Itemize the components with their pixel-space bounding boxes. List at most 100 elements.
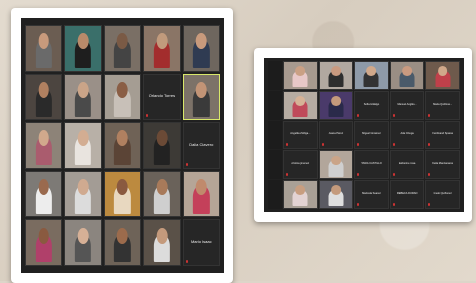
participant-tile[interactable] [64,219,102,266]
participant-tile[interactable] [103,25,142,72]
muted-mic-icon [392,173,395,177]
participant-tile[interactable]: Miguel Giménez [354,120,389,150]
participant-tile[interactable] [143,170,181,218]
participant-name-label: Keila Manzanares [432,162,454,166]
muted-mic-icon [185,259,188,263]
participant-name-label: REBECA DURAN [396,191,418,195]
participant-video-head [77,178,89,195]
participant-tile[interactable] [318,90,354,120]
participant-tile[interactable] [25,170,63,218]
participant-tile[interactable] [103,219,142,266]
participant-tile[interactable] [64,25,102,72]
participant-video-head [331,185,341,196]
left-photo-card: Orlando Torres Dalia Clavero Mario Isaac [11,8,233,283]
left-meeting-screen: Orlando Torres Dalia Clavero Mario Isaac [21,18,224,273]
muted-mic-icon [392,113,395,117]
participant-tile[interactable] [283,61,318,90]
participant-video-head [117,130,128,147]
participant-tile[interactable] [143,219,181,266]
muted-mic-icon [428,202,431,206]
muted-mic-icon [428,113,431,117]
participant-video-head [331,96,341,106]
muted-mic-icon [392,202,395,206]
participant-tile[interactable]: Maria Quiñone... [425,90,460,120]
participant-video-head [402,66,412,76]
participant-name-label: Sofia Hidalgo [363,102,380,106]
grid-gutter [268,90,282,120]
participant-tile[interactable]: cristina jimenez [283,150,318,180]
participant-tile[interactable] [425,61,460,90]
participant-video-head [295,96,306,106]
participant-video-head [38,178,49,195]
participant-tile[interactable] [143,25,181,72]
participant-tile[interactable]: Maricela Suarez [354,180,389,209]
participant-tile[interactable] [25,122,63,169]
participant-tile[interactable] [64,122,102,169]
participant-name-label: cristina jimenez [291,162,310,166]
participant-name-label: TANIA CASTILLO [361,162,382,166]
participant-video-head [77,227,89,244]
muted-mic-icon [357,113,360,117]
participant-tile[interactable]: Angelita Zúñiga... [283,120,318,150]
muted-mic-icon [392,143,395,147]
participant-name-label: Maricela Suarez [362,191,381,195]
muted-mic-icon [286,143,288,147]
participant-tile[interactable] [318,61,354,90]
participant-tile[interactable] [64,170,102,218]
participant-tile[interactable] [25,25,63,72]
participant-tile[interactable]: REBECA DURAN [389,180,425,209]
participant-tile[interactable] [103,122,142,169]
participant-tile[interactable]: Mario Isaac [182,219,220,266]
participant-tile[interactable]: katherine rosa [389,150,425,180]
participant-video-head [331,66,341,76]
participant-name-label: Imelo Quiñonez [433,191,452,195]
participant-tile[interactable]: Dalia Clavero [182,122,220,169]
participant-tile[interactable]: TANIA CASTILLO [354,150,389,180]
participant-video-head [117,81,128,98]
participant-tile[interactable] [103,73,142,121]
participant-tile[interactable]: Ada Ortega [389,120,425,150]
muted-mic-icon [185,162,188,166]
grid-gutter [268,180,282,209]
participant-tile[interactable] [182,73,220,121]
muted-mic-icon [428,173,431,177]
participant-tile[interactable] [318,180,354,209]
muted-mic-icon [321,143,324,147]
participant-video-head [38,130,49,147]
participant-video-head [117,178,128,195]
participant-video-head [156,178,168,195]
participant-tile[interactable]: Sofia Hidalgo [354,90,389,120]
participant-tile[interactable] [283,180,318,209]
participant-video-head [195,178,207,195]
participant-tile[interactable]: Orlando Torres [143,73,181,121]
participant-tile[interactable] [182,25,220,72]
participant-tile[interactable]: Imelo Quiñonez [425,180,460,209]
participant-tile[interactable] [389,61,425,90]
muted-mic-icon [428,143,431,147]
participant-name-label: Angelita Zúñiga... [290,132,311,136]
participant-video-head [77,130,89,147]
right-photo-card: Sofia Hidalgo Manuel Anglés... Maria Quiño… [254,48,472,222]
participant-video-head [437,66,448,76]
participant-tile[interactable] [25,73,63,121]
participant-name-label: Juana Pérez [328,132,344,136]
participant-tile[interactable] [143,122,181,169]
participant-video-head [156,227,168,244]
participant-tile[interactable]: Manuel Anglés... [389,90,425,120]
participant-tile[interactable] [182,170,220,218]
participant-tile[interactable] [318,150,354,180]
participant-tile[interactable] [354,61,389,90]
right-participant-grid: Sofia Hidalgo Manuel Anglés... Maria Quiño… [268,61,460,209]
participant-tile[interactable] [25,219,63,266]
grid-gutter [268,61,282,90]
participant-video-head [195,33,207,50]
participant-tile[interactable]: Ferdinand Sparas [425,120,460,150]
left-participant-grid: Orlando Torres Dalia Clavero Mario Isaac [25,25,220,266]
right-meeting-screen: Sofia Hidalgo Manuel Anglés... Maria Quiño… [264,58,464,212]
participant-tile[interactable] [64,73,102,121]
participant-name-label: Ada Ortega [400,132,414,136]
participant-tile[interactable]: Keila Manzanares [425,150,460,180]
participant-tile[interactable] [103,170,142,218]
participant-tile[interactable] [283,90,318,120]
participant-tile[interactable]: Juana Pérez [318,120,354,150]
